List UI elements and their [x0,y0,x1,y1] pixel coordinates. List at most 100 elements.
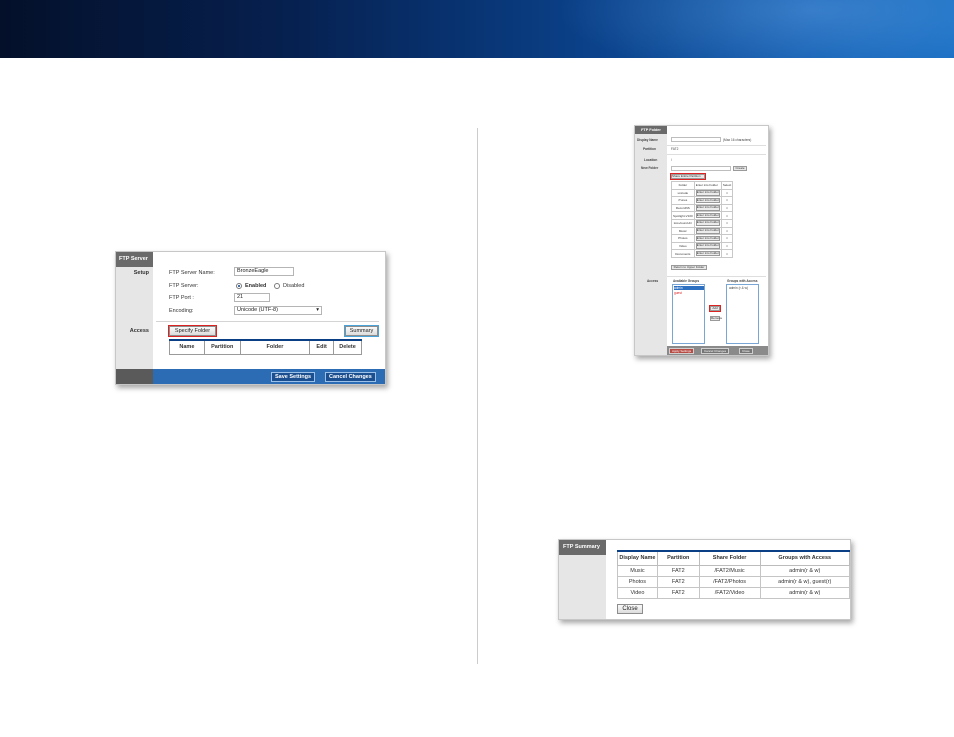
chevron-down-icon: ▾ [316,307,319,313]
table-row: Music FAT2 /FAT2/Music admin(r & w) [617,564,850,577]
location-value: / [671,158,672,162]
new-folder-input[interactable] [671,166,731,171]
folder-name: Photos [671,234,695,243]
display-name-input[interactable] [671,137,721,142]
folder-list-header: Folder Enter into Folder Select [671,181,734,190]
select-checkbox[interactable]: □ [720,226,734,236]
select-checkbox[interactable]: □ [720,234,734,243]
encoding-label: Encoding: [169,308,194,314]
share-entire-partition-checkbox[interactable]: Share Entire Partition [670,173,706,180]
summary-button[interactable]: Summary [344,325,379,337]
folder-list-table: Folder Enter into Folder Select unicode E… [671,181,734,258]
folder-row: unicode Enter into Folder □ [671,188,734,198]
enter-folder-button[interactable]: Enter into Folder [695,197,720,204]
ftp-summary-panel: FTP Summary Display Name Partition Share… [558,539,851,620]
apply-settings-button[interactable]: Apply Settings [669,347,695,354]
col-partition: Partition [656,550,700,566]
enter-folder-button[interactable]: Enter into Folder [695,190,720,196]
folder-name: unicode [671,188,695,198]
port-input[interactable]: 21 [234,293,270,302]
enter-folder-button[interactable]: Enter into Folder [695,205,720,211]
folder-row: Video Enter into Folder □ [671,241,734,251]
top-banner [0,0,954,58]
access-group-item[interactable]: admin (r & w) [729,286,748,290]
enter-folder-button[interactable]: Enter into Folder [695,235,720,242]
enter-folder-button[interactable]: Enter into Folder [695,250,720,257]
select-checkbox[interactable]: □ [720,218,734,228]
create-button[interactable]: Create [733,166,747,171]
access-section-label: Access [129,328,149,334]
select-checkbox[interactable]: □ [720,249,734,258]
add-group-button[interactable]: Add [709,305,721,312]
select-col: Select [720,181,734,190]
remove-group-button[interactable]: Remove [710,316,722,321]
ftp-server-title: FTP Server [116,252,153,267]
disabled-label: Disabled [283,283,305,289]
ftp-folder-title: FTP Folder [635,126,667,134]
folder-name: lost+found.dir [671,218,695,228]
specify-folder-button[interactable]: Specify Folder [168,325,217,337]
ftp-folder-footer: Apply Settings Cancel Changes Close [667,346,768,355]
col-display-name: Display Name [617,550,658,566]
share-folder-cell: /FAT2/Music [698,564,761,577]
folder-name: RecordNS [671,203,695,213]
close-button[interactable]: Close [739,347,753,354]
row-separator [667,154,766,155]
col-share-folder: Share Folder [698,550,761,566]
folder-name: Spotlight-V100 [671,211,695,220]
folder-col: Folder [671,181,695,190]
group-item[interactable]: guest [674,291,682,295]
cancel-changes-button[interactable]: Cancel Changes [325,372,376,382]
groups-with-access-list[interactable]: admin (r & w) [726,284,759,344]
partition-cell: FAT2 [656,586,700,599]
share-folder-cell: /FAT2/Photos [698,575,761,588]
col-edit: Edit [309,339,335,355]
available-groups-label: Available Groups [673,279,700,283]
enter-folder-button[interactable]: Enter into Folder [695,228,720,234]
folder-name: Video [671,241,695,251]
footer-sidebar [116,369,153,384]
disabled-radio[interactable] [274,283,280,289]
enabled-radio[interactable] [236,283,242,289]
return-upper-folder-button[interactable]: Return to Upper Folder [671,265,707,270]
share-entire-partition-label: Share Entire Partition [672,174,701,178]
close-button[interactable]: Close [617,604,643,614]
ftp-server-label: FTP Server: [169,283,199,289]
groups-cell: admin(r & w) [759,586,850,599]
summary-header: Display Name Partition Share Folder Grou… [617,550,850,566]
group-item[interactable]: admin [674,286,704,290]
enter-folder-button[interactable]: Enter into Folder [695,212,720,219]
server-name-label: FTP Server Name: [169,270,215,276]
available-groups-list[interactable]: admin guest [672,284,705,344]
enter-folder-button[interactable]: Enter into Folder [695,220,720,227]
select-checkbox[interactable]: □ [720,196,734,205]
folder-row: Spotlight-V100 Enter into Folder □ [671,211,734,220]
server-name-input[interactable]: BronzeEagle [234,267,294,276]
folder-row: iTunes Enter into Folder □ [671,196,734,205]
folder-row: Music Enter into Folder □ [671,226,734,236]
ftp-summary-title: FTP Summary [559,540,606,555]
groups-cell: admin(r & w), guest(r) [759,575,850,588]
summary-table: Display Name Partition Share Folder Grou… [617,550,850,599]
select-checkbox[interactable]: □ [720,203,734,213]
folder-row: Photos Enter into Folder □ [671,234,734,243]
display-name-label: Display Name [637,138,658,142]
select-checkbox[interactable]: □ [720,188,734,198]
cancel-changes-button[interactable]: Cancel Changes [701,347,730,354]
encoding-select[interactable]: Unicode (UTF-8) ▾ [234,306,322,315]
save-settings-button[interactable]: Save Settings [271,372,316,382]
row-separator [667,276,766,277]
enter-folder-button[interactable]: Enter into Folder [695,243,720,249]
row-separator [667,145,766,146]
display-name-cell: Video [617,586,658,599]
share-folder-cell: /FAT2/Video [698,586,761,599]
partition-cell: FAT2 [656,575,700,588]
enter-col: Enter into Folder [693,181,722,190]
folder-row: RecordNS Enter into Folder □ [671,203,734,213]
ftp-server-panel: FTP Server Setup Access FTP Server Name:… [115,251,386,385]
folder-row: Documents Enter into Folder □ [671,249,734,258]
encoding-value: Unicode (UTF-8) [237,307,278,313]
select-checkbox[interactable]: □ [720,241,734,251]
select-checkbox[interactable]: □ [720,211,734,220]
location-label: Location [644,158,658,162]
